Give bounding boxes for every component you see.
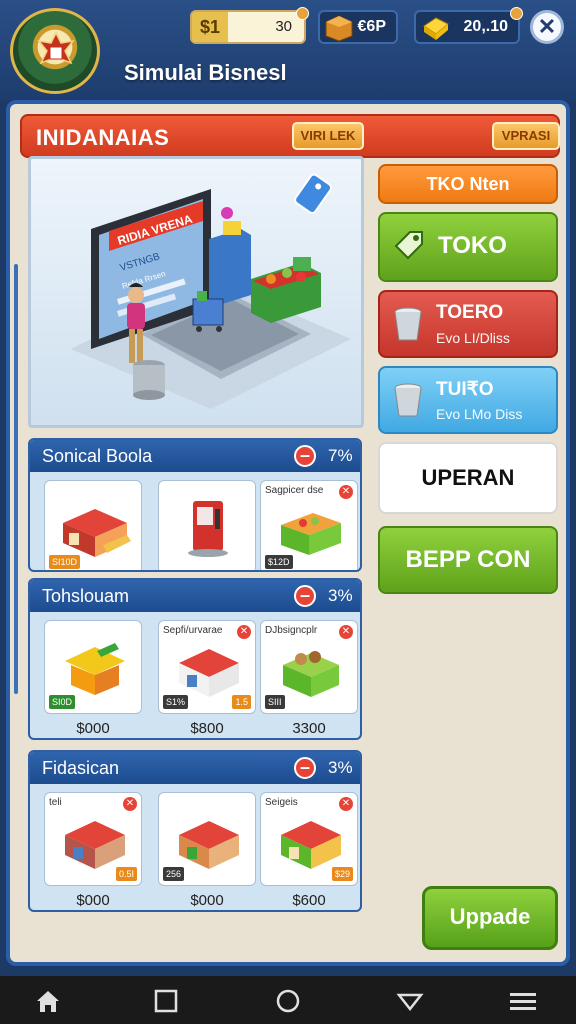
category-section: Fidasican – 3% teli ✕ 0.5I 256 Seigeis ✕… [28, 750, 362, 912]
header-left-button[interactable]: VIRI LEK [292, 122, 364, 150]
card-price: $600 [292, 892, 326, 909]
category-header: Sonical Boola – 7% [30, 440, 360, 472]
garuda-emblem-icon [10, 8, 100, 94]
box-counter[interactable]: €6P [318, 10, 398, 44]
top-bar: Simulai Bisnesl $1 30 €6P 20,.10 ✕ [0, 0, 576, 100]
tag-icon [394, 231, 423, 260]
gold-bar-icon [423, 17, 449, 40]
card-tag-secondary: $29 [331, 867, 353, 881]
storefront-icon [63, 509, 131, 557]
shop-card[interactable]: Seigeis ✕ $29 [260, 792, 358, 886]
menu-button-toero[interactable]: TOERO Evo LI/Dliss [378, 290, 558, 358]
menu-button-tuiro[interactable]: TUI₹O Evo LMo Diss [378, 366, 558, 434]
category-header: Tohslouam – 3% [30, 580, 360, 612]
home-icon[interactable] [34, 988, 62, 1014]
shop-card[interactable]: SI0D [44, 620, 142, 714]
card-tag: 256 [163, 867, 185, 881]
main-panel: INIDANAIAS VIRI LEK VPRASI RIDIA VRENA V… [6, 100, 570, 966]
collapse-button[interactable]: – [294, 585, 316, 607]
card-tag-secondary: 1.5 [232, 695, 251, 709]
shop-card[interactable]: DJbsigncplr ✕ SIII [260, 620, 358, 714]
card-price: $000 [76, 892, 110, 909]
card-tag: S1% [163, 695, 189, 709]
dollar-icon: $1 [192, 12, 228, 42]
shop-card[interactable]: teli ✕ 0.5I [44, 792, 142, 886]
menu-button-tko-nten[interactable]: TKO Nten [378, 164, 558, 204]
card-tag: SI10D [49, 555, 81, 569]
menu-button-bepp-con[interactable]: BEPP CON [378, 526, 558, 594]
recents-square-icon[interactable] [152, 988, 180, 1014]
card-price: 3300 [292, 720, 326, 737]
menu-toero-subtitle: Evo LI/Dliss [436, 330, 510, 346]
category-name: Tohslouam [42, 586, 130, 606]
produce-stall-icon [281, 513, 341, 555]
storefront-icon [179, 821, 239, 869]
panel-title: INIDANAIAS [36, 125, 170, 150]
cup-icon [394, 307, 422, 341]
shop-scene-illustration: RIDIA VRENA VSTNGB Refda Rrsen [71, 173, 351, 409]
home-circle-icon[interactable] [274, 988, 302, 1014]
menu-button-uperan[interactable]: UPERAN [378, 442, 558, 514]
money-value: 30 [275, 18, 292, 35]
shop-card[interactable]: SI10D [44, 480, 142, 570]
shop-card[interactable]: Sepfi/urvarae ✕ S1% 1.5 [158, 620, 256, 714]
system-nav-bar [0, 976, 576, 1024]
card-tag: SIII [265, 695, 285, 709]
category-header: Fidasican – 3% [30, 752, 360, 784]
header-right-button[interactable]: VPRASI [492, 122, 560, 150]
card-price: $800 [190, 720, 224, 737]
cup-icon [394, 383, 422, 417]
category-percent: 3% [328, 758, 353, 777]
gold-counter[interactable]: 20,.10 [414, 7, 523, 44]
close-button[interactable]: ✕ [530, 10, 564, 44]
category-percent: 7% [328, 446, 353, 465]
card-price: $000 [190, 892, 224, 909]
scrollbar[interactable] [14, 264, 18, 694]
add-gold-icon[interactable] [510, 7, 523, 20]
storefront-icon [281, 821, 341, 869]
vending-machine-icon [188, 501, 228, 557]
back-triangle-icon[interactable] [396, 988, 424, 1014]
panel-header: INIDANAIAS VIRI LEK VPRASI [20, 114, 560, 158]
kiosk-icon [65, 643, 125, 695]
category-section: Sonical Boola – 7% SI10D Sagpicer dse ✕ … [28, 438, 362, 572]
card-tag-secondary: 0.5I [115, 867, 137, 881]
category-name: Sonical Boola [42, 446, 153, 466]
shop-card[interactable] [158, 480, 256, 570]
menu-toko-label: TOKO [438, 232, 507, 259]
shop-card[interactable]: Sagpicer dse ✕ $12D [260, 480, 358, 570]
storefront-icon [179, 649, 239, 697]
market-basket-icon [283, 651, 339, 697]
menu-tuiro-title: TUI₹O [436, 379, 494, 400]
collapse-button[interactable]: – [294, 757, 316, 779]
shop-card[interactable]: 256 [158, 792, 256, 886]
storefront-icon [65, 821, 125, 869]
card-price: $000 [76, 720, 110, 737]
category-percent: 3% [328, 586, 353, 605]
money-counter[interactable]: $1 30 [190, 7, 309, 44]
card-tag: $12D [265, 555, 293, 569]
category-name: Fidasican [42, 758, 120, 778]
price-tag-icon [294, 173, 333, 215]
hero-illustration: RIDIA VRENA VSTNGB Refda Rrsen [28, 156, 364, 428]
upgrade-button[interactable]: Uppade [422, 886, 558, 950]
menu-toero-title: TOERO [436, 302, 504, 323]
collapse-button[interactable]: – [294, 445, 316, 467]
crate-icon [325, 15, 353, 42]
menu-button-toko[interactable]: TOKO [378, 212, 558, 282]
app-title: Simulai Bisnesl [124, 60, 287, 85]
category-section: Tohslouam – 3% SI0D Sepfi/urvarae ✕ S1% [28, 578, 362, 740]
add-money-icon[interactable] [296, 7, 309, 20]
gold-value: 20,.10 [463, 18, 508, 35]
menu-lines-icon[interactable] [508, 988, 536, 1014]
box-value: €6P [357, 18, 386, 35]
menu-tuiro-subtitle: Evo LMo Diss [436, 406, 523, 422]
card-tag: SI0D [49, 695, 76, 709]
